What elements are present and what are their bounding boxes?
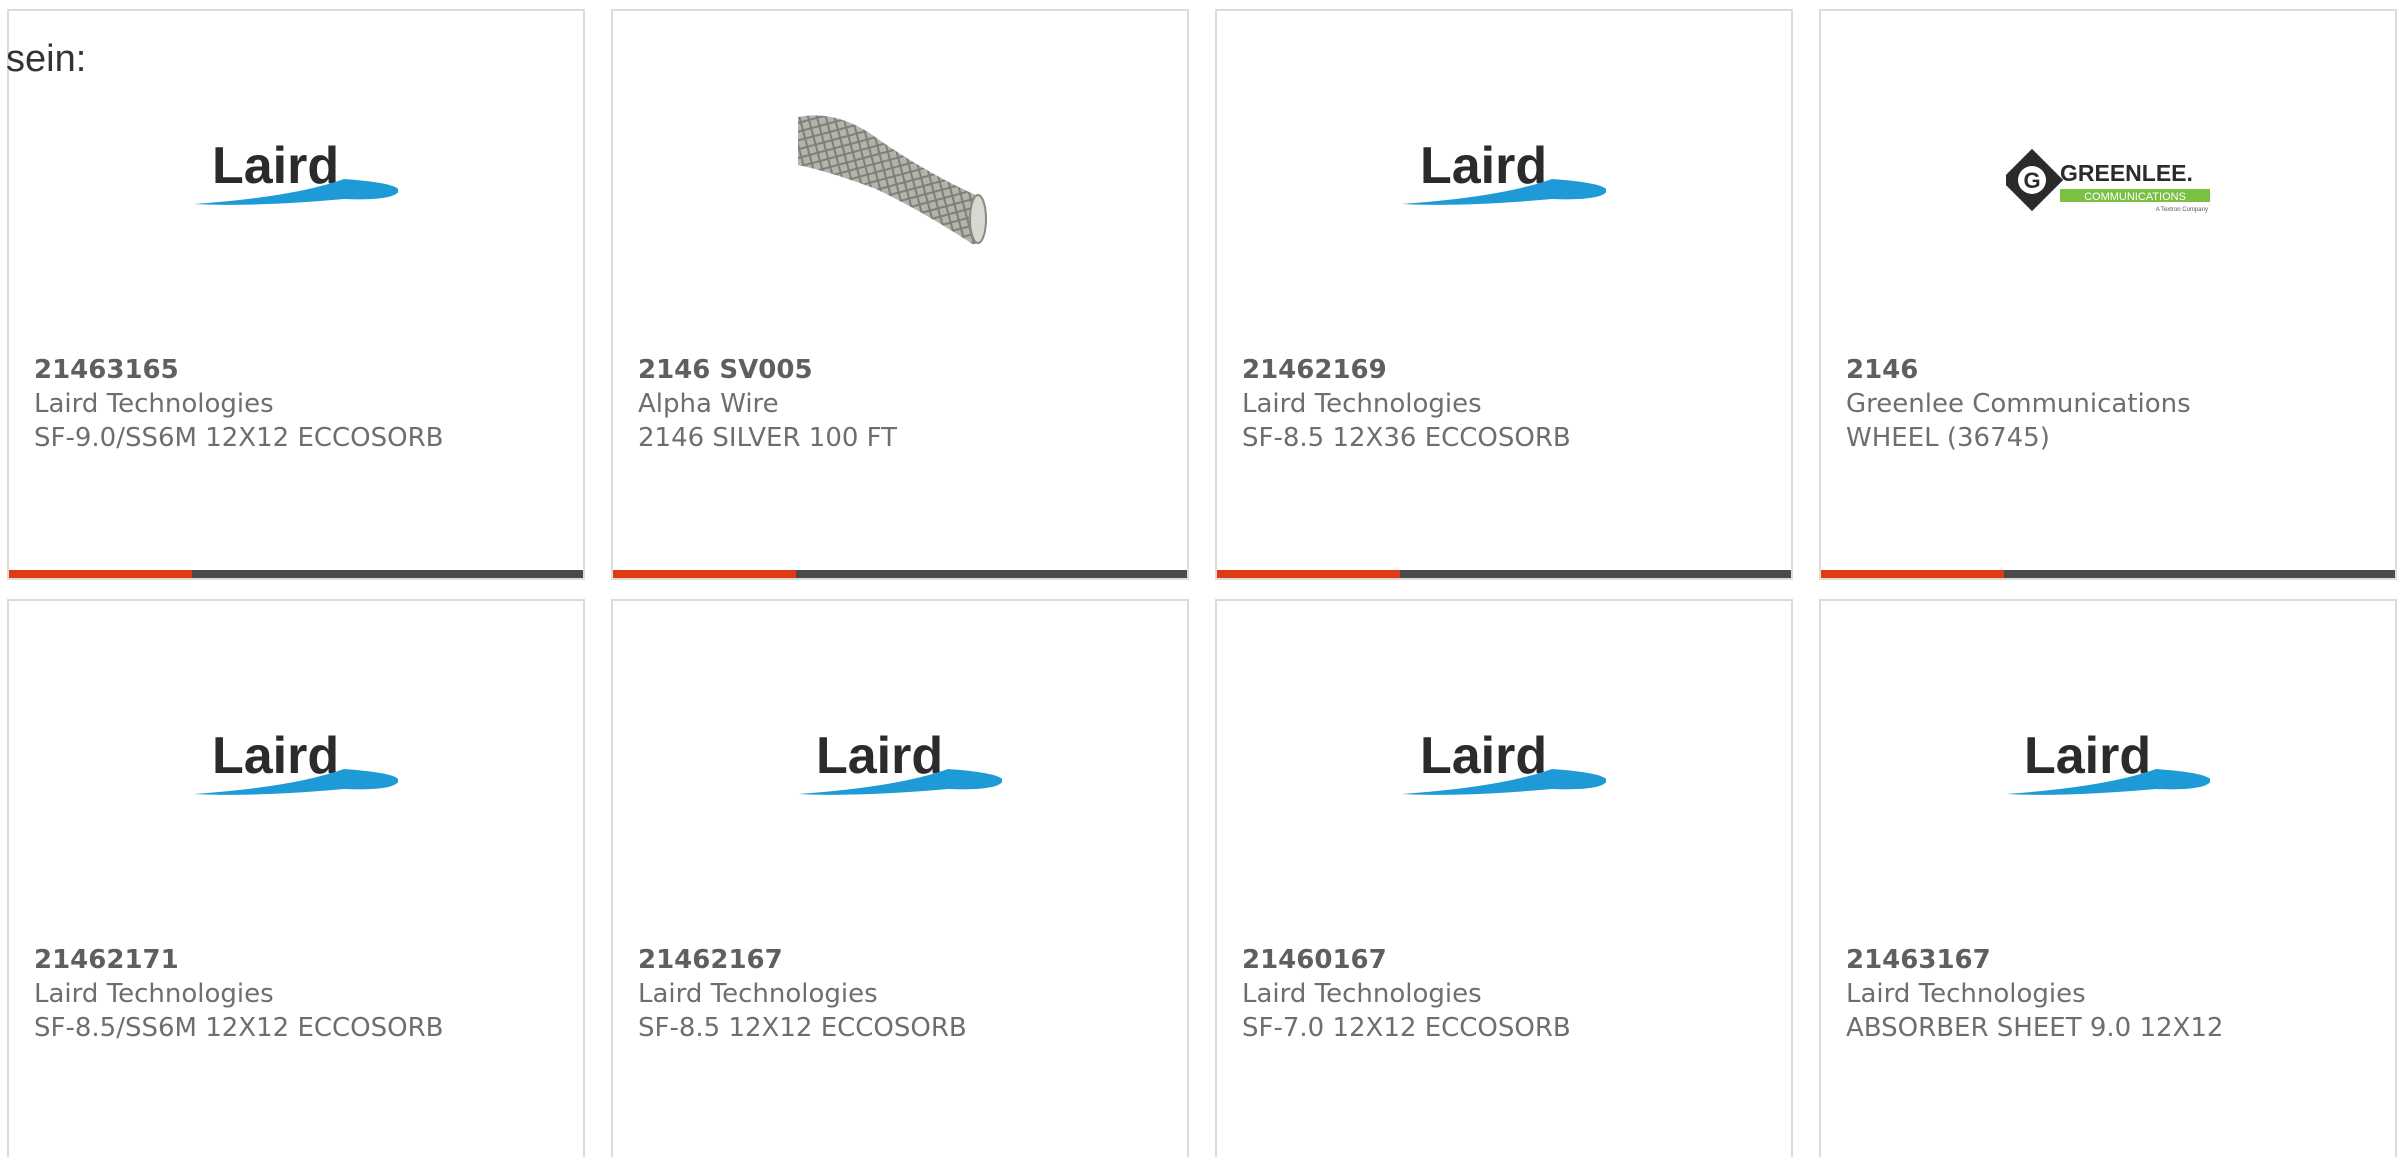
card-accent-bar	[613, 570, 1187, 578]
product-image[interactable]: Laird	[1402, 79, 1606, 283]
product-description: ABSORBER SHEET 9.0 12X12	[1846, 1013, 2224, 1043]
product-card[interactable]: G GREENLEE. COMMUNICATIONS A Textron Com…	[1819, 9, 2397, 580]
product-image[interactable]: Laird	[798, 669, 1002, 873]
product-info: 21462171 Laird Technologies SF-8.5/SS6M …	[34, 943, 563, 1045]
accent-segment	[9, 570, 192, 578]
braided-sleeve-photo-icon	[798, 115, 987, 244]
product-info: 21462167 Laird Technologies SF-8.5 12X12…	[638, 943, 1167, 1045]
accent-segment	[613, 570, 796, 578]
product-description: 2146 SILVER 100 FT	[638, 423, 898, 453]
svg-text:G: G	[2023, 168, 2040, 193]
part-number[interactable]: 21460167	[1242, 943, 1771, 977]
product-info: 2146 SV005 Alpha Wire 2146 SILVER 100 FT	[638, 353, 1167, 455]
laird-logo-icon: Laird	[1402, 137, 1606, 205]
manufacturer-name: Laird Technologies	[638, 979, 878, 1009]
laird-logo-icon: Laird	[1402, 727, 1606, 795]
product-image[interactable]: Laird	[194, 79, 398, 283]
product-info: 21463167 Laird Technologies ABSORBER SHE…	[1846, 943, 2375, 1045]
product-description: WHEEL (36745)	[1846, 423, 2050, 453]
logo-tagline: A Textron Company	[2156, 207, 2208, 213]
part-number[interactable]: 21462167	[638, 943, 1167, 977]
manufacturer-name: Laird Technologies	[34, 389, 274, 419]
part-number[interactable]: 2146 SV005	[638, 353, 1167, 387]
manufacturer-name: Laird Technologies	[1242, 979, 1482, 1009]
lead-text: sein:	[6, 38, 87, 80]
product-description: SF-8.5 12X12 ECCOSORB	[638, 1013, 967, 1043]
logo-text: GREENLEE.	[2060, 160, 2193, 186]
laird-logo-icon: Laird	[194, 727, 398, 795]
product-grid-page: sein: Laird 21463165 Laird Technologies …	[0, 0, 2400, 1157]
product-card[interactable]: Laird 21462171 Laird Technologies SF-8.5…	[7, 599, 585, 1157]
card-accent-bar	[9, 570, 583, 578]
product-card[interactable]: Laird 21463165 Laird Technologies SF-9.0…	[7, 9, 585, 580]
laird-logo-icon: Laird	[194, 137, 398, 205]
product-info: 21460167 Laird Technologies SF-7.0 12X12…	[1242, 943, 1771, 1045]
product-image[interactable]: G GREENLEE. COMMUNICATIONS A Textron Com…	[2006, 79, 2210, 283]
part-number[interactable]: 21462169	[1242, 353, 1771, 387]
card-accent-bar	[1821, 570, 2395, 578]
product-image[interactable]	[798, 79, 1002, 283]
product-info: 2146 Greenlee Communications WHEEL (3674…	[1846, 353, 2375, 455]
product-image[interactable]: Laird	[1402, 669, 1606, 873]
manufacturer-name: Laird Technologies	[34, 979, 274, 1009]
product-description: SF-7.0 12X12 ECCOSORB	[1242, 1013, 1571, 1043]
product-card[interactable]: Laird 21460167 Laird Technologies SF-7.0…	[1215, 599, 1793, 1157]
part-number[interactable]: 2146	[1846, 353, 2375, 387]
greenlee-logo-icon: G GREENLEE. COMMUNICATIONS A Textron Com…	[2006, 148, 2210, 213]
product-description: SF-8.5 12X36 ECCOSORB	[1242, 423, 1571, 453]
manufacturer-name: Greenlee Communications	[1846, 389, 2191, 419]
product-info: 21462169 Laird Technologies SF-8.5 12X36…	[1242, 353, 1771, 455]
product-card[interactable]: Laird 21462167 Laird Technologies SF-8.5…	[611, 599, 1189, 1157]
product-description: SF-9.0/SS6M 12X12 ECCOSORB	[34, 423, 444, 453]
manufacturer-name: Laird Technologies	[1242, 389, 1482, 419]
product-card[interactable]: 2146 SV005 Alpha Wire 2146 SILVER 100 FT	[611, 9, 1189, 580]
manufacturer-name: Alpha Wire	[638, 389, 779, 419]
part-number[interactable]: 21463167	[1846, 943, 2375, 977]
product-image[interactable]: Laird	[194, 669, 398, 873]
product-image[interactable]: Laird	[2006, 669, 2210, 873]
part-number[interactable]: 21463165	[34, 353, 563, 387]
logo-subtext: COMMUNICATIONS	[2084, 191, 2186, 203]
part-number[interactable]: 21462171	[34, 943, 563, 977]
product-card[interactable]: Laird 21462169 Laird Technologies SF-8.5…	[1215, 9, 1793, 580]
product-card[interactable]: Laird 21463167 Laird Technologies ABSORB…	[1819, 599, 2397, 1157]
product-description: SF-8.5/SS6M 12X12 ECCOSORB	[34, 1013, 444, 1043]
laird-logo-icon: Laird	[2006, 727, 2210, 795]
card-accent-bar	[1217, 570, 1791, 578]
laird-logo-icon: Laird	[798, 727, 1002, 795]
accent-segment	[1217, 570, 1400, 578]
product-info: 21463165 Laird Technologies SF-9.0/SS6M …	[34, 353, 563, 455]
manufacturer-name: Laird Technologies	[1846, 979, 2086, 1009]
accent-segment	[1821, 570, 2004, 578]
